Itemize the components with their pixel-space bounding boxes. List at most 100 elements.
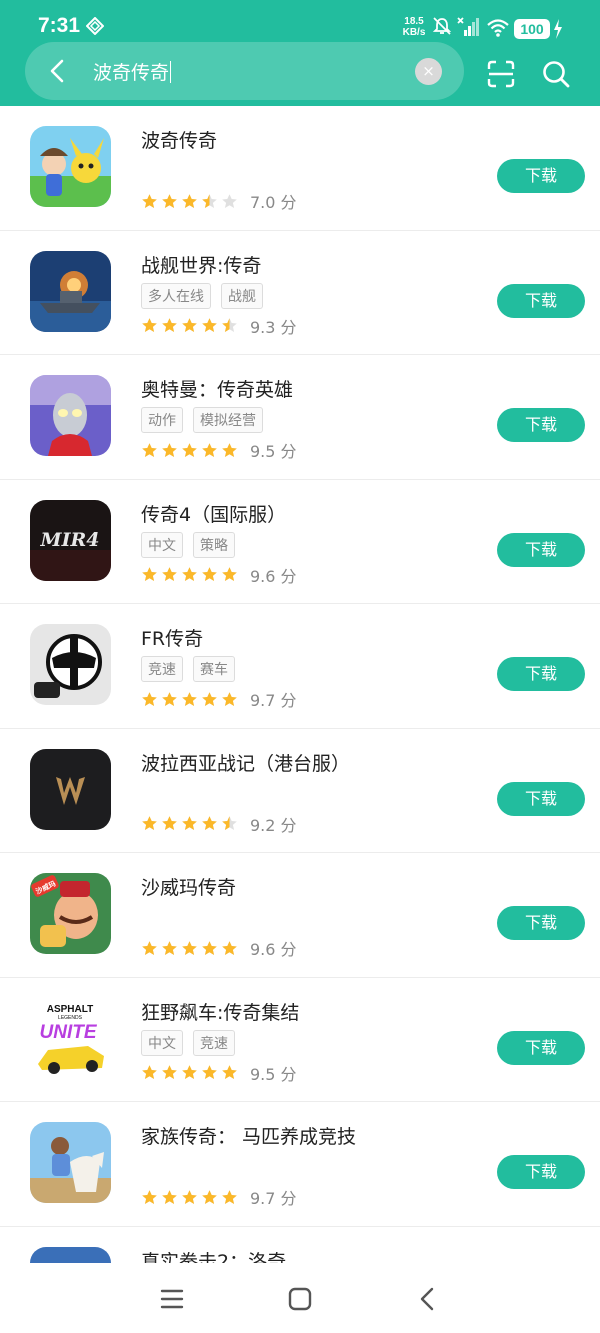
network-speed: 18.5 KB/s <box>402 16 426 38</box>
app-icon-world-of-warships[interactable] <box>30 250 111 332</box>
download-button[interactable]: 下载 <box>497 1155 585 1189</box>
app-header: 7:31 18.5 KB/s 100 波奇传奇 × <box>0 0 600 106</box>
app-name: 奥特曼：传奇英雄 <box>141 379 294 401</box>
star-icon <box>222 567 237 581</box>
search-icon[interactable] <box>541 59 571 89</box>
star-icon <box>142 940 157 955</box>
app-icon-family-horse[interactable] <box>30 1122 111 1203</box>
star-icon <box>182 567 197 581</box>
wifi-icon <box>487 19 509 37</box>
star-rating <box>141 566 238 583</box>
download-button[interactable]: 下载 <box>497 408 585 442</box>
app-icon-mir4[interactable]: MIR4 <box>30 499 111 581</box>
star-icon <box>142 1189 157 1204</box>
star-icon <box>182 442 197 457</box>
app-rating: 9.6 分 <box>141 563 297 587</box>
star-icon <box>142 318 157 332</box>
clear-search-button[interactable]: × <box>415 58 442 85</box>
star-icon <box>222 193 237 208</box>
list-item[interactable]: 家族传奇： 马匹养成竞技 9.7 分 下载 <box>0 1102 600 1227</box>
star-icon <box>202 940 217 955</box>
app-name: 波奇传奇 <box>141 130 218 152</box>
list-item[interactable]: ASPHALT LEGENDS UNITE 狂野飙车:传奇集结 中文 竞速 9.… <box>0 978 600 1102</box>
search-input[interactable]: 波奇传奇 <box>93 58 171 85</box>
app-icon-polasia[interactable] <box>30 748 111 830</box>
app-icon-real-boxing[interactable] <box>30 1246 111 1263</box>
list-item[interactable]: 真实拳击2：洛奇 <box>0 1227 600 1263</box>
list-item[interactable]: 奥特曼：传奇英雄 动作 模拟经营 9.5 分 下载 <box>0 355 600 480</box>
download-button[interactable]: 下载 <box>497 657 585 691</box>
star-icon <box>162 567 177 581</box>
back-arrow-icon[interactable] <box>43 56 73 86</box>
app-icon-asphalt-legends-unite[interactable]: ASPHALT LEGENDS UNITE <box>30 997 111 1079</box>
star-icon <box>182 691 197 706</box>
star-icon <box>162 193 177 208</box>
back-icon[interactable] <box>414 1285 442 1313</box>
app-name: 波拉西亚战记（港台服） <box>141 752 351 775</box>
app-score: 9.5 分 <box>250 442 297 461</box>
list-item[interactable]: 波拉西亚战记（港台服） 9.2 分 下载 <box>0 729 600 853</box>
download-button[interactable]: 下载 <box>497 1030 585 1065</box>
app-rating: 9.5 分 <box>141 438 297 462</box>
list-item[interactable]: MIR4 传奇4（国际服） 中文 策略 9.6 分 下载 <box>0 480 600 604</box>
star-icon <box>162 1065 177 1079</box>
star-icon <box>182 816 197 830</box>
star-icon <box>222 1189 237 1204</box>
app-icon-ultraman[interactable] <box>30 375 111 456</box>
app-rating: 7.0 分 <box>141 189 297 213</box>
app-score: 9.6 分 <box>250 566 297 586</box>
star-icon <box>162 940 177 955</box>
unite-logo-text: UNITE <box>40 1022 98 1043</box>
star-icon <box>162 442 177 457</box>
star-icon <box>202 442 217 457</box>
star-icon <box>162 1189 177 1204</box>
app-tag: 动作 <box>141 407 183 433</box>
battery-indicator: 100 <box>514 19 550 39</box>
star-icon <box>222 691 237 706</box>
menu-icon[interactable] <box>158 1285 186 1313</box>
star-rating <box>141 815 238 832</box>
star-icon <box>142 1065 157 1079</box>
app-icon-image <box>30 375 111 456</box>
app-name: 沙威玛传奇 <box>141 877 237 899</box>
app-icon-image <box>30 748 111 830</box>
download-button[interactable]: 下载 <box>497 906 585 940</box>
bell-muted-icon <box>432 17 452 35</box>
diamond-icon <box>86 17 104 35</box>
app-icon-image <box>30 1246 111 1263</box>
star-icon <box>222 940 237 955</box>
mir4-logo-text: MIR4 <box>40 529 100 551</box>
download-button[interactable]: 下载 <box>497 781 585 816</box>
app-name: 传奇4（国际服） <box>141 503 287 526</box>
app-score: 9.7 分 <box>250 691 297 710</box>
star-icon <box>202 691 217 706</box>
app-icon-image: MIR4 <box>30 499 111 581</box>
search-bar: 波奇传奇 × <box>25 42 464 100</box>
star-icon <box>182 940 197 955</box>
app-tags: 多人在线 战舰 <box>141 282 263 309</box>
app-name: FR传奇 <box>141 628 204 650</box>
app-icon-pokemon-legends[interactable] <box>30 126 111 207</box>
charging-icon <box>554 19 562 39</box>
app-icon-shawarma-legend[interactable]: 沙威玛 <box>30 873 111 954</box>
star-rating <box>141 940 238 957</box>
home-icon[interactable] <box>286 1285 314 1313</box>
app-icon-image: ASPHALT LEGENDS UNITE <box>30 997 111 1079</box>
list-item[interactable]: FR传奇 竞速 赛车 9.7 分 下载 <box>0 604 600 729</box>
list-item[interactable]: 波奇传奇 7.0 分 下载 <box>0 106 600 231</box>
star-icon <box>222 318 237 332</box>
star-icon <box>142 816 157 830</box>
list-item[interactable]: 沙威玛 沙威玛传奇 9.6 分 下载 <box>0 853 600 978</box>
list-item[interactable]: 战舰世界:传奇 多人在线 战舰 9.3 分 下载 <box>0 231 600 355</box>
status-time: 7:31 <box>38 14 81 37</box>
app-icon-fr-legends[interactable] <box>30 624 111 705</box>
asphalt-logo-text: ASPHALT <box>47 1004 93 1015</box>
scan-icon[interactable] <box>486 59 516 89</box>
app-score: 9.7 分 <box>250 1189 297 1208</box>
download-button[interactable]: 下载 <box>497 532 585 567</box>
download-button[interactable]: 下载 <box>497 283 585 318</box>
star-rating <box>141 691 238 708</box>
download-button[interactable]: 下载 <box>497 159 585 193</box>
app-icon-image: 沙威玛 <box>30 873 111 954</box>
star-icon <box>202 1189 217 1204</box>
